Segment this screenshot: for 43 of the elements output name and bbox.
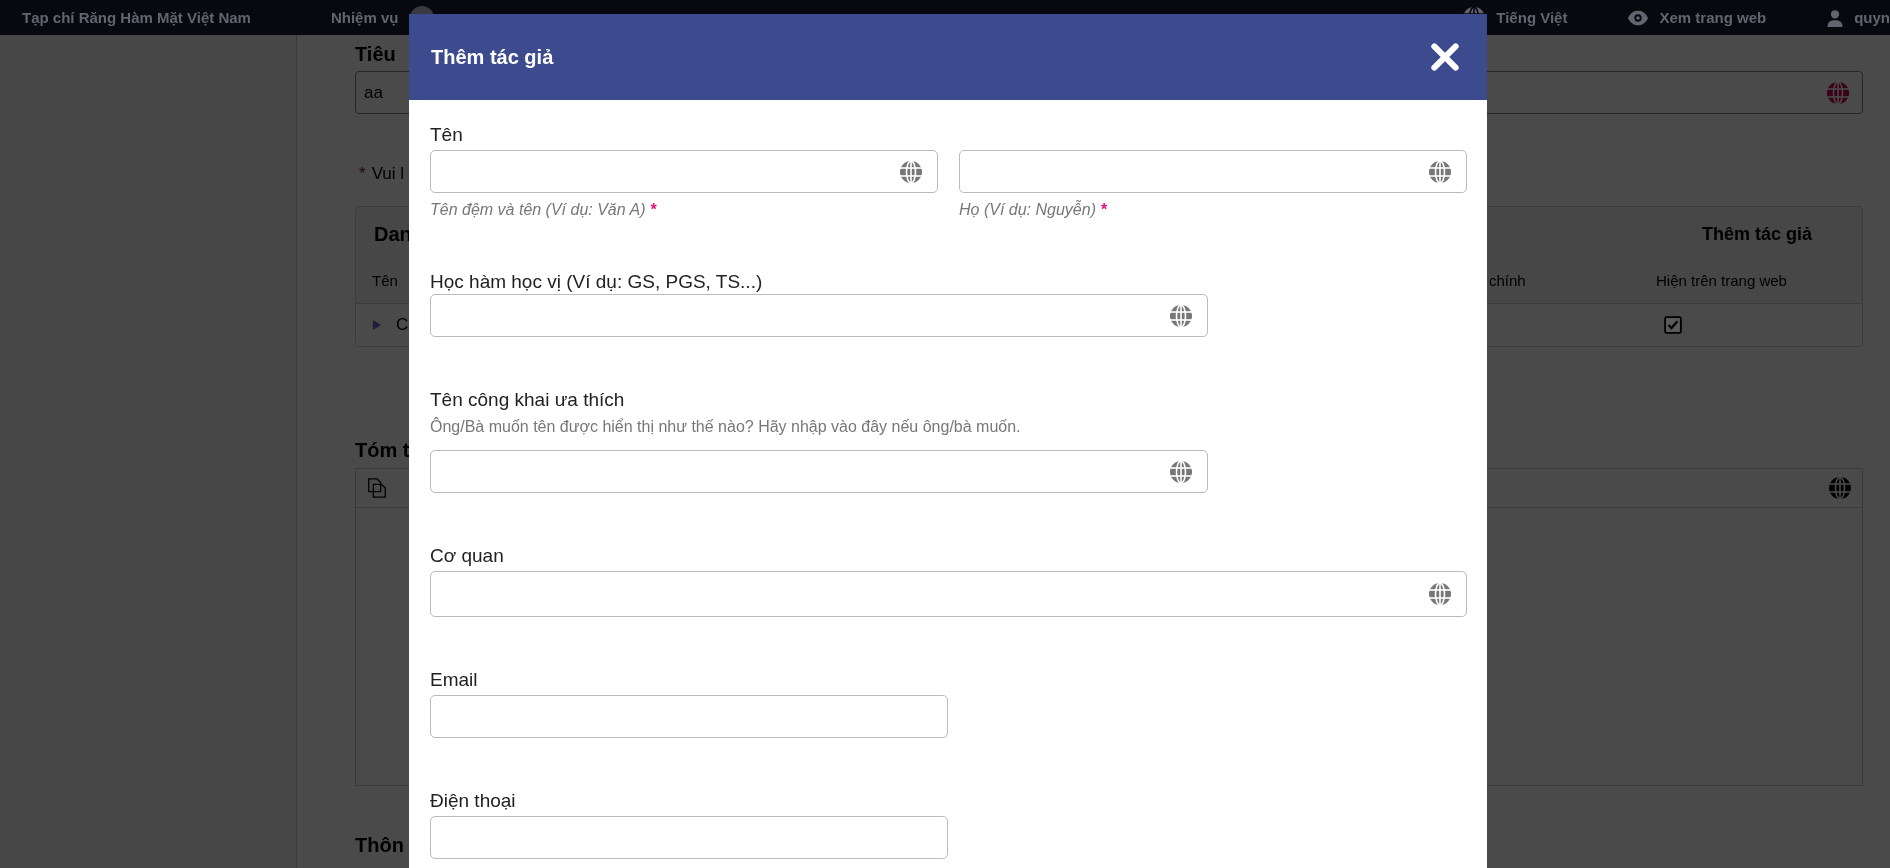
title-value: aa bbox=[364, 82, 383, 103]
text-input[interactable] bbox=[430, 695, 948, 738]
required-mark: * bbox=[650, 201, 657, 218]
field-hint: Họ (Ví dụ: Nguyễn) bbox=[959, 201, 1096, 218]
text-input[interactable] bbox=[430, 294, 1208, 337]
field-label: Học hàm học vị (Ví dụ: GS, PGS, TS...) bbox=[430, 271, 764, 293]
text-input[interactable] bbox=[430, 816, 948, 859]
field-label: Tên công khai ưa thích bbox=[430, 389, 626, 411]
text-input[interactable] bbox=[959, 150, 1467, 193]
column-header: chính bbox=[1489, 272, 1526, 289]
column-header: Tên bbox=[372, 272, 398, 289]
dialog-title: Thêm tác giả bbox=[431, 45, 554, 69]
abstract-label: Tóm t bbox=[355, 439, 410, 462]
field-hint: Tên đệm và tên (Ví dụ: Văn A) bbox=[430, 201, 646, 218]
tasks-link[interactable]: Nhiệm vụ bbox=[330, 9, 399, 26]
text-input[interactable] bbox=[430, 150, 938, 193]
add-author-button[interactable]: Thêm tác giả bbox=[1701, 224, 1812, 245]
globe-icon bbox=[1828, 476, 1852, 500]
author-name: C bbox=[396, 315, 409, 335]
view-site-link[interactable]: Xem trang web bbox=[1659, 9, 1767, 26]
required-note: Vui l bbox=[371, 164, 405, 184]
field-label: Cơ quan bbox=[430, 545, 505, 567]
title-label: Tiêu bbox=[355, 43, 396, 66]
text-input[interactable] bbox=[430, 571, 1467, 617]
text-input[interactable] bbox=[430, 450, 1208, 493]
field-label: Email bbox=[430, 669, 479, 691]
required-mark: * bbox=[359, 164, 366, 184]
user-icon bbox=[1826, 8, 1845, 27]
user-menu-link[interactable]: quyn bbox=[1854, 9, 1890, 26]
expand-triangle-icon bbox=[372, 319, 382, 331]
required-mark: * bbox=[1100, 201, 1108, 218]
language-link[interactable]: Tiếng Việt bbox=[1496, 9, 1568, 26]
site-title-link[interactable]: Tạp chí Răng Hàm Mặt Việt Nam bbox=[22, 9, 251, 26]
field-label: Điện thoại bbox=[430, 790, 517, 812]
column-header: Hiện trên trang web bbox=[1656, 272, 1787, 289]
field-label: Tên bbox=[430, 124, 464, 146]
copy-icon bbox=[366, 477, 388, 499]
close-icon bbox=[1429, 41, 1461, 73]
section-heading: Thôn bbox=[355, 834, 404, 857]
visible-checkbox[interactable] bbox=[1664, 316, 1682, 334]
field-description: Ông/Bà muốn tên được hiển thị như thế nào? Hãy nhập vào đây nếu ông/bà muốn. bbox=[430, 418, 1022, 436]
globe-icon bbox=[1826, 80, 1850, 105]
authors-heading: Dan bbox=[374, 223, 412, 246]
